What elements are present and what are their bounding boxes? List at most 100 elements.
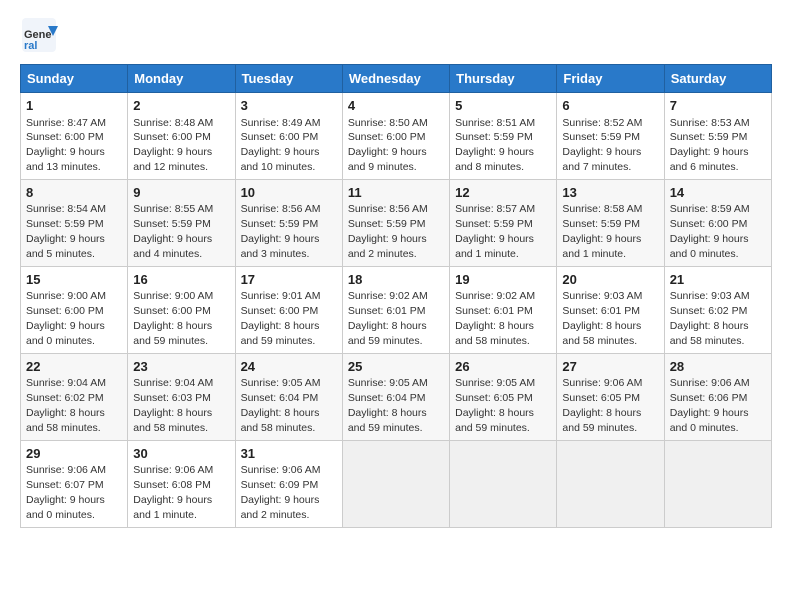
day-number: 3 xyxy=(241,97,337,115)
day-number: 26 xyxy=(455,358,551,376)
calendar-cell xyxy=(664,440,771,527)
day-number: 16 xyxy=(133,271,229,289)
day-detail: Sunrise: 9:01 AMSunset: 6:00 PMDaylight:… xyxy=(241,290,321,347)
weekday-header-tuesday: Tuesday xyxy=(235,65,342,93)
calendar-cell xyxy=(450,440,557,527)
day-number: 9 xyxy=(133,184,229,202)
day-number: 5 xyxy=(455,97,551,115)
header: Gene ral xyxy=(20,16,772,54)
calendar-cell xyxy=(557,440,664,527)
day-number: 24 xyxy=(241,358,337,376)
day-detail: Sunrise: 9:03 AMSunset: 6:01 PMDaylight:… xyxy=(562,290,642,347)
calendar-cell: 27 Sunrise: 9:06 AMSunset: 6:05 PMDaylig… xyxy=(557,353,664,440)
day-detail: Sunrise: 9:00 AMSunset: 6:00 PMDaylight:… xyxy=(26,290,106,347)
weekday-header-monday: Monday xyxy=(128,65,235,93)
calendar-cell: 29 Sunrise: 9:06 AMSunset: 6:07 PMDaylig… xyxy=(21,440,128,527)
day-number: 15 xyxy=(26,271,122,289)
weekday-header-thursday: Thursday xyxy=(450,65,557,93)
calendar-week-row: 15 Sunrise: 9:00 AMSunset: 6:00 PMDaylig… xyxy=(21,266,772,353)
calendar-cell: 10 Sunrise: 8:56 AMSunset: 5:59 PMDaylig… xyxy=(235,179,342,266)
calendar-cell: 23 Sunrise: 9:04 AMSunset: 6:03 PMDaylig… xyxy=(128,353,235,440)
svg-text:ral: ral xyxy=(24,40,37,52)
day-number: 27 xyxy=(562,358,658,376)
day-number: 30 xyxy=(133,445,229,463)
day-detail: Sunrise: 8:54 AMSunset: 5:59 PMDaylight:… xyxy=(26,203,106,260)
day-number: 8 xyxy=(26,184,122,202)
day-detail: Sunrise: 9:02 AMSunset: 6:01 PMDaylight:… xyxy=(348,290,428,347)
day-detail: Sunrise: 9:03 AMSunset: 6:02 PMDaylight:… xyxy=(670,290,750,347)
day-detail: Sunrise: 8:47 AMSunset: 6:00 PMDaylight:… xyxy=(26,117,106,174)
day-number: 21 xyxy=(670,271,766,289)
calendar-cell: 24 Sunrise: 9:05 AMSunset: 6:04 PMDaylig… xyxy=(235,353,342,440)
day-number: 7 xyxy=(670,97,766,115)
day-detail: Sunrise: 9:04 AMSunset: 6:02 PMDaylight:… xyxy=(26,377,106,434)
day-number: 14 xyxy=(670,184,766,202)
page-container: Gene ral SundayMondayTuesdayWednesdayThu… xyxy=(0,0,792,538)
calendar-cell: 14 Sunrise: 8:59 AMSunset: 6:00 PMDaylig… xyxy=(664,179,771,266)
calendar-week-row: 8 Sunrise: 8:54 AMSunset: 5:59 PMDayligh… xyxy=(21,179,772,266)
day-detail: Sunrise: 8:56 AMSunset: 5:59 PMDaylight:… xyxy=(348,203,428,260)
day-detail: Sunrise: 9:02 AMSunset: 6:01 PMDaylight:… xyxy=(455,290,535,347)
day-detail: Sunrise: 8:49 AMSunset: 6:00 PMDaylight:… xyxy=(241,117,321,174)
calendar-cell: 6 Sunrise: 8:52 AMSunset: 5:59 PMDayligh… xyxy=(557,93,664,180)
day-detail: Sunrise: 9:06 AMSunset: 6:09 PMDaylight:… xyxy=(241,464,321,521)
calendar-cell: 25 Sunrise: 9:05 AMSunset: 6:04 PMDaylig… xyxy=(342,353,449,440)
day-detail: Sunrise: 8:48 AMSunset: 6:00 PMDaylight:… xyxy=(133,117,213,174)
weekday-header-saturday: Saturday xyxy=(664,65,771,93)
calendar-cell: 12 Sunrise: 8:57 AMSunset: 5:59 PMDaylig… xyxy=(450,179,557,266)
day-number: 17 xyxy=(241,271,337,289)
day-detail: Sunrise: 9:06 AMSunset: 6:06 PMDaylight:… xyxy=(670,377,750,434)
calendar-cell: 11 Sunrise: 8:56 AMSunset: 5:59 PMDaylig… xyxy=(342,179,449,266)
day-detail: Sunrise: 8:57 AMSunset: 5:59 PMDaylight:… xyxy=(455,203,535,260)
day-detail: Sunrise: 8:53 AMSunset: 5:59 PMDaylight:… xyxy=(670,117,750,174)
logo-icon: Gene ral xyxy=(20,16,58,54)
day-number: 25 xyxy=(348,358,444,376)
calendar-cell: 17 Sunrise: 9:01 AMSunset: 6:00 PMDaylig… xyxy=(235,266,342,353)
day-detail: Sunrise: 8:55 AMSunset: 5:59 PMDaylight:… xyxy=(133,203,213,260)
weekday-header-friday: Friday xyxy=(557,65,664,93)
day-detail: Sunrise: 9:00 AMSunset: 6:00 PMDaylight:… xyxy=(133,290,213,347)
weekday-header-sunday: Sunday xyxy=(21,65,128,93)
calendar-cell: 18 Sunrise: 9:02 AMSunset: 6:01 PMDaylig… xyxy=(342,266,449,353)
day-number: 31 xyxy=(241,445,337,463)
day-number: 19 xyxy=(455,271,551,289)
day-detail: Sunrise: 9:06 AMSunset: 6:08 PMDaylight:… xyxy=(133,464,213,521)
day-number: 28 xyxy=(670,358,766,376)
calendar-cell: 26 Sunrise: 9:05 AMSunset: 6:05 PMDaylig… xyxy=(450,353,557,440)
calendar-cell: 8 Sunrise: 8:54 AMSunset: 5:59 PMDayligh… xyxy=(21,179,128,266)
calendar-cell: 28 Sunrise: 9:06 AMSunset: 6:06 PMDaylig… xyxy=(664,353,771,440)
logo: Gene ral xyxy=(20,16,62,54)
day-number: 18 xyxy=(348,271,444,289)
day-detail: Sunrise: 9:06 AMSunset: 6:07 PMDaylight:… xyxy=(26,464,106,521)
day-number: 11 xyxy=(348,184,444,202)
calendar-cell: 30 Sunrise: 9:06 AMSunset: 6:08 PMDaylig… xyxy=(128,440,235,527)
calendar-week-row: 29 Sunrise: 9:06 AMSunset: 6:07 PMDaylig… xyxy=(21,440,772,527)
weekday-header-row: SundayMondayTuesdayWednesdayThursdayFrid… xyxy=(21,65,772,93)
day-detail: Sunrise: 8:52 AMSunset: 5:59 PMDaylight:… xyxy=(562,117,642,174)
calendar-week-row: 1 Sunrise: 8:47 AMSunset: 6:00 PMDayligh… xyxy=(21,93,772,180)
day-number: 10 xyxy=(241,184,337,202)
calendar-cell xyxy=(342,440,449,527)
calendar-cell: 20 Sunrise: 9:03 AMSunset: 6:01 PMDaylig… xyxy=(557,266,664,353)
day-detail: Sunrise: 9:04 AMSunset: 6:03 PMDaylight:… xyxy=(133,377,213,434)
calendar-cell: 2 Sunrise: 8:48 AMSunset: 6:00 PMDayligh… xyxy=(128,93,235,180)
day-detail: Sunrise: 9:06 AMSunset: 6:05 PMDaylight:… xyxy=(562,377,642,434)
calendar-cell: 5 Sunrise: 8:51 AMSunset: 5:59 PMDayligh… xyxy=(450,93,557,180)
calendar-cell: 9 Sunrise: 8:55 AMSunset: 5:59 PMDayligh… xyxy=(128,179,235,266)
calendar-week-row: 22 Sunrise: 9:04 AMSunset: 6:02 PMDaylig… xyxy=(21,353,772,440)
calendar-cell: 7 Sunrise: 8:53 AMSunset: 5:59 PMDayligh… xyxy=(664,93,771,180)
day-detail: Sunrise: 8:56 AMSunset: 5:59 PMDaylight:… xyxy=(241,203,321,260)
day-number: 13 xyxy=(562,184,658,202)
day-detail: Sunrise: 8:50 AMSunset: 6:00 PMDaylight:… xyxy=(348,117,428,174)
day-number: 6 xyxy=(562,97,658,115)
calendar-cell: 15 Sunrise: 9:00 AMSunset: 6:00 PMDaylig… xyxy=(21,266,128,353)
day-number: 29 xyxy=(26,445,122,463)
day-number: 23 xyxy=(133,358,229,376)
day-number: 4 xyxy=(348,97,444,115)
calendar-cell: 3 Sunrise: 8:49 AMSunset: 6:00 PMDayligh… xyxy=(235,93,342,180)
calendar-cell: 22 Sunrise: 9:04 AMSunset: 6:02 PMDaylig… xyxy=(21,353,128,440)
day-number: 20 xyxy=(562,271,658,289)
day-detail: Sunrise: 9:05 AMSunset: 6:04 PMDaylight:… xyxy=(348,377,428,434)
day-number: 12 xyxy=(455,184,551,202)
day-number: 2 xyxy=(133,97,229,115)
